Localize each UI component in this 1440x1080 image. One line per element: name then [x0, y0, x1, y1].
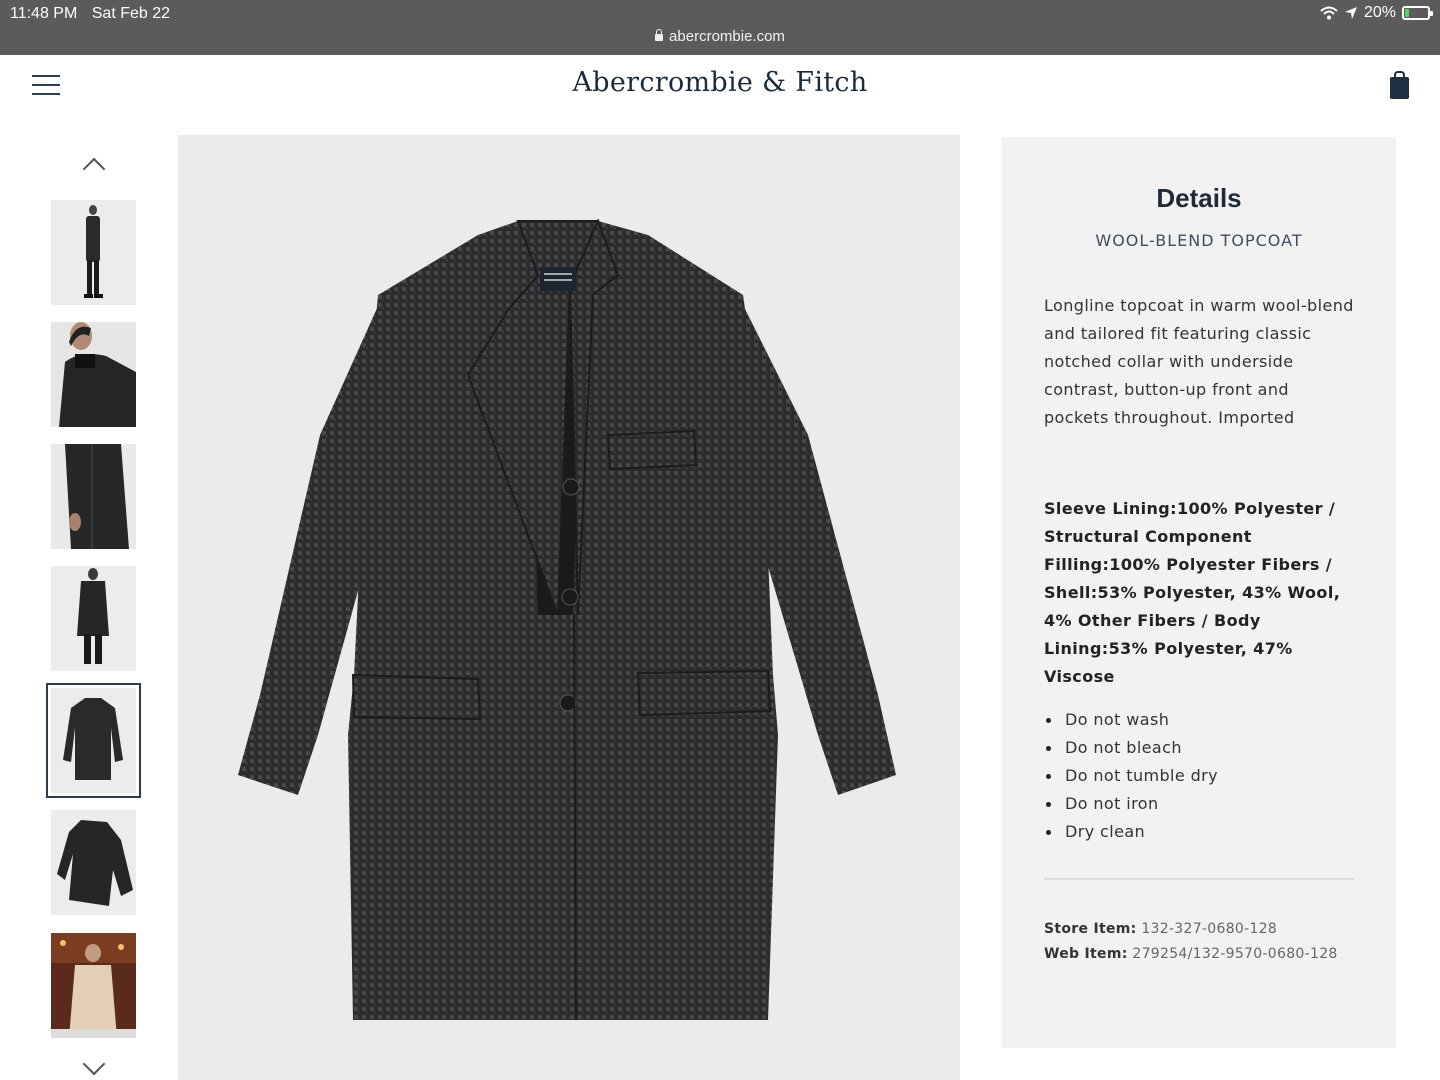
product-description: Longline topcoat in warm wool-blend and … [1044, 296, 1354, 427]
care-item: Do not bleach [1044, 734, 1218, 762]
product-name: WOOL-BLEND TOPCOAT [1095, 231, 1303, 250]
care-item: Do not iron [1044, 790, 1218, 818]
main-product-image[interactable] [178, 135, 960, 1080]
thumbnail-image [51, 200, 136, 305]
care-item: Do not tumble dry [1044, 762, 1218, 790]
care-item: Do not wash [1044, 706, 1218, 734]
lock-icon [655, 29, 664, 41]
thumbnail-4[interactable] [51, 566, 136, 671]
status-time: 11:48 PM Sat Feb 22 [10, 5, 170, 23]
status-date: Sat Feb 22 [91, 5, 171, 22]
status-right: 20% [1320, 4, 1433, 22]
item-ids: Store Item: 132-327-0680-128 Web Item: 2… [1044, 917, 1344, 967]
store-item-value: 132-327-0680-128 [1141, 921, 1278, 937]
shopping-bag-icon[interactable] [1390, 71, 1409, 99]
brand-logo[interactable]: Abercrombie & Fitch [0, 67, 1440, 98]
thumbnail-image [51, 688, 136, 793]
battery-fill [1405, 9, 1409, 17]
coat-image [238, 218, 896, 1021]
status-clock: 11:48 PM [10, 5, 78, 22]
thumbnail-image [51, 933, 136, 1038]
wifi-icon [1320, 6, 1338, 20]
address-bar[interactable]: abercrombie.com [0, 28, 1440, 45]
details-panel: Details WOOL-BLEND TOPCOAT Longline topc… [1002, 137, 1396, 1048]
status-bar: 11:48 PM Sat Feb 22 20% abercrombie.com [0, 0, 1440, 55]
battery-percent: 20% [1363, 4, 1396, 21]
care-instructions: Do not wash Do not bleach Do not tumble … [1044, 706, 1218, 846]
web-item-value: 279254/132-9570-0680-128 [1132, 946, 1338, 962]
thumbnail-5-selected[interactable] [46, 683, 141, 798]
store-item-row: Store Item: 132-327-0680-128 [1044, 917, 1344, 942]
thumbnail-6[interactable] [51, 810, 136, 915]
web-item-label: Web Item: [1044, 946, 1128, 962]
care-item: Dry clean [1044, 818, 1218, 846]
thumbnail-7[interactable] [51, 933, 136, 1038]
thumbnail-image [51, 444, 136, 549]
thumbnail-image [51, 810, 136, 915]
thumbnail-1[interactable] [51, 200, 136, 305]
web-item-row: Web Item: 279254/132-9570-0680-128 [1044, 942, 1344, 967]
location-icon [1344, 7, 1357, 19]
fabric-composition: Sleeve Lining:100% Polyester / Structura… [1044, 499, 1341, 686]
site-header: Abercrombie & Fitch [0, 55, 1440, 117]
url-text: abercrombie.com [669, 28, 785, 45]
chevron-up-icon[interactable] [80, 155, 108, 173]
thumbnail-3[interactable] [51, 444, 136, 549]
divider [1044, 878, 1354, 880]
thumbnail-image [51, 566, 136, 671]
thumbnail-2[interactable] [51, 322, 136, 427]
battery-icon [1402, 6, 1433, 20]
store-item-label: Store Item: [1044, 921, 1137, 937]
chevron-down-icon[interactable] [80, 1060, 108, 1078]
details-heading: Details [1156, 183, 1242, 213]
thumbnail-image [51, 322, 136, 427]
